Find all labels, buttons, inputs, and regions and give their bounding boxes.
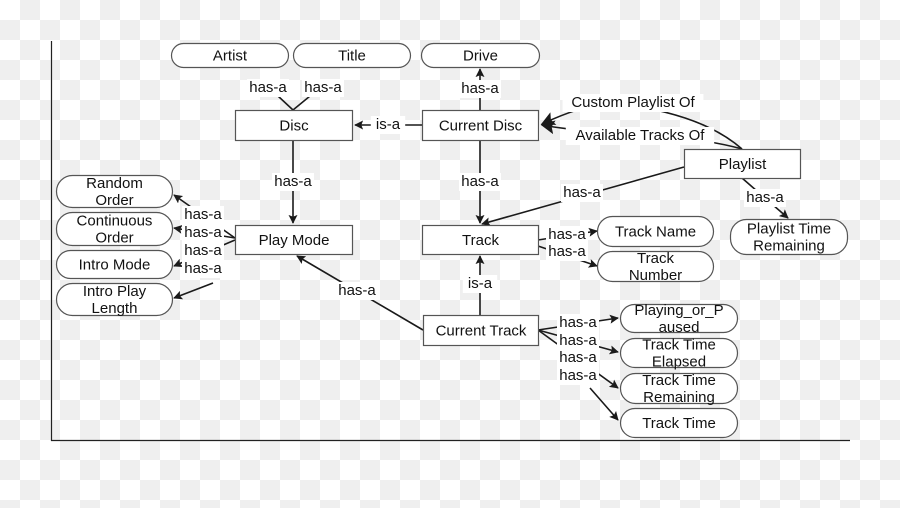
node-label: Remaining bbox=[753, 238, 825, 255]
node-random-order: RandomOrder bbox=[55, 174, 174, 209]
edge-label: has-a bbox=[557, 349, 599, 367]
edge-label: Available Tracks Of bbox=[565, 127, 715, 145]
node-label: Remaining bbox=[643, 389, 715, 406]
edge-label-text: has-a bbox=[563, 184, 601, 201]
edge-label-text: has-a bbox=[304, 79, 342, 96]
node-playlist: Playlist bbox=[683, 148, 802, 180]
node-track-name: Track Name bbox=[596, 215, 715, 248]
node-label: Random bbox=[86, 175, 143, 192]
node-track-time-remaining: Track TimeRemaining bbox=[619, 372, 739, 406]
node-label: Track Time bbox=[642, 415, 716, 432]
node-track-number: TrackNumber bbox=[596, 250, 715, 284]
edge-label-text: has-a bbox=[274, 173, 312, 190]
edge-label-text: has-a bbox=[184, 224, 222, 241]
node-intro-play-length: Intro PlayLength bbox=[55, 282, 174, 317]
node-drive: Drive bbox=[420, 42, 541, 69]
node-intro-mode: Intro Mode bbox=[55, 249, 174, 280]
node-track-time: Track Time bbox=[619, 407, 739, 439]
edge-label: has-a bbox=[546, 243, 588, 261]
node-label: Continuous bbox=[77, 213, 153, 230]
node-disc: Disc bbox=[234, 109, 354, 142]
edge-label: is-a bbox=[462, 275, 498, 293]
node-playlist-time-remaining: Playlist TimeRemaining bbox=[729, 218, 849, 256]
edge-label: has-a bbox=[182, 242, 224, 260]
edge-label-text: has-a bbox=[461, 173, 499, 190]
edge-label-text: has-a bbox=[249, 79, 287, 96]
edge-label: has-a bbox=[182, 260, 224, 278]
node-label: Number bbox=[629, 267, 682, 284]
node-label: Current Disc bbox=[439, 118, 523, 135]
node-label: Drive bbox=[463, 48, 498, 65]
edge-label-text: has-a bbox=[184, 206, 222, 223]
edge-label: has-a bbox=[557, 367, 599, 385]
edge-label: has-a bbox=[182, 224, 224, 242]
edge-label: has-a bbox=[247, 79, 289, 97]
edge-label: has-a bbox=[557, 314, 599, 332]
edge-label: has-a bbox=[302, 79, 344, 97]
node-label: Order bbox=[95, 192, 133, 209]
node-continuous-order: ContinuousOrder bbox=[55, 211, 174, 247]
edge-label-text: has-a bbox=[461, 80, 499, 97]
edge-label-text: has-a bbox=[746, 189, 784, 206]
edge-label: Custom Playlist Of bbox=[562, 94, 704, 112]
node-label: Intro Mode bbox=[79, 257, 151, 274]
node-label: Artist bbox=[213, 48, 248, 65]
node-label: Length bbox=[92, 300, 138, 317]
edge-label: has-a bbox=[459, 80, 501, 98]
node-play-mode: Play Mode bbox=[234, 224, 354, 256]
node-playing-or-paused: Playing_or_Paused bbox=[619, 302, 739, 336]
node-label: Playlist Time bbox=[747, 221, 831, 238]
node-label: Track bbox=[637, 250, 674, 267]
node-label: Track Time bbox=[642, 337, 716, 354]
node-track: Track bbox=[421, 224, 540, 256]
node-current-disc: Current Disc bbox=[421, 109, 540, 142]
edge-label-text: has-a bbox=[548, 226, 586, 243]
node-label: Elapsed bbox=[652, 354, 706, 371]
node-track-time-elapsed: Track TimeElapsed bbox=[619, 337, 739, 371]
edge-label: has-a bbox=[561, 184, 603, 202]
edge-label-text: has-a bbox=[559, 349, 597, 366]
node-title: Title bbox=[292, 42, 412, 69]
node-label: Playing_or_P bbox=[634, 302, 723, 319]
edge-label: has-a bbox=[182, 206, 224, 224]
edge-label-text: has-a bbox=[184, 242, 222, 259]
edge-label: has-a bbox=[557, 332, 599, 350]
concept-map-diagram: Artist Title Drive Disc Current Disc Playlist… bbox=[50, 41, 850, 442]
edge-label-text: has-a bbox=[559, 367, 597, 384]
node-label: Disc bbox=[279, 118, 309, 135]
edge-label: is-a bbox=[370, 116, 406, 134]
nodes-layer: Artist Title Drive Disc Current Disc Playlist… bbox=[55, 42, 849, 439]
edge-label-text: has-a bbox=[548, 243, 586, 260]
node-label: Track Name bbox=[615, 224, 696, 241]
node-label: Track Time bbox=[642, 372, 716, 389]
node-label: Title bbox=[338, 48, 366, 65]
edge-label-text: has-a bbox=[559, 314, 597, 331]
edge-label: has-a bbox=[272, 173, 314, 191]
edge-label: has-a bbox=[336, 282, 378, 300]
edge-label-text: is-a bbox=[468, 275, 493, 292]
edge-label-text: has-a bbox=[559, 332, 597, 349]
edge-label-text: Available Tracks Of bbox=[576, 127, 706, 144]
node-label: Track bbox=[462, 232, 499, 249]
edge-label-text: Custom Playlist Of bbox=[571, 94, 695, 111]
edge-play-mode-to-intro-play-length bbox=[173, 282, 214, 300]
node-label: Playlist bbox=[719, 156, 767, 173]
node-current-track: Current Track bbox=[422, 314, 540, 347]
edge-label-text: is-a bbox=[376, 116, 401, 133]
edge-label-text: has-a bbox=[338, 282, 376, 299]
node-label: Intro Play bbox=[83, 283, 147, 300]
edge-label: has-a bbox=[459, 173, 501, 191]
edge-label-text: has-a bbox=[184, 260, 222, 277]
node-label: Play Mode bbox=[259, 232, 330, 249]
node-label: aused bbox=[659, 319, 700, 336]
edge-current-track-to-track-time bbox=[589, 387, 619, 421]
edge-label: has-a bbox=[546, 226, 588, 244]
node-artist: Artist bbox=[170, 42, 290, 69]
node-label: Current Track bbox=[436, 323, 527, 340]
node-label: Order bbox=[95, 230, 133, 247]
edge-label: has-a bbox=[744, 189, 786, 207]
